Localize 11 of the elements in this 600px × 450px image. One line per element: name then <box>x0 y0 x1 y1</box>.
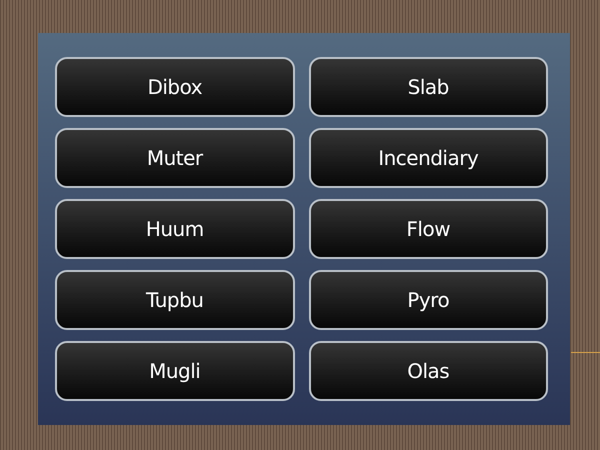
menu-button[interactable]: Slab <box>308 57 548 117</box>
menu-button[interactable]: Mugli <box>55 341 294 401</box>
menu-button[interactable]: Flow <box>308 199 548 259</box>
menu-button[interactable]: Olas <box>308 341 548 401</box>
menu-button[interactable]: Tupbu <box>55 270 294 330</box>
menu-button[interactable]: Dibox <box>55 57 294 117</box>
menu-button[interactable]: Huum <box>55 199 294 259</box>
accent-line <box>571 352 600 353</box>
menu-button[interactable]: Incendiary <box>308 128 548 188</box>
menu-button[interactable]: Muter <box>55 128 294 188</box>
menu-button[interactable]: Pyro <box>308 270 548 330</box>
